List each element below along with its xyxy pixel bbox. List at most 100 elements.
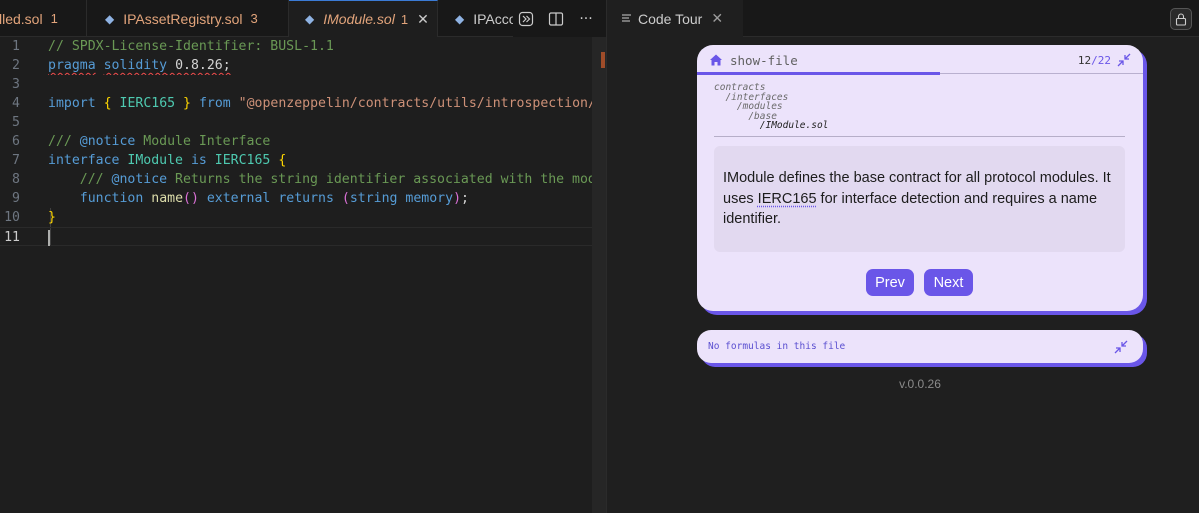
- code-area[interactable]: 1 // SPDX-License-Identifier: BUSL-1.1 2 pr…: [0, 37, 606, 513]
- collapse-icon[interactable]: [1117, 53, 1131, 67]
- panel-tab-bar: Code Tour ✕: [607, 0, 1199, 37]
- lock-icon[interactable]: [1170, 8, 1192, 30]
- step-type-label: show-file: [730, 53, 798, 68]
- line-number: 6: [12, 134, 20, 149]
- code-token: is: [190, 153, 207, 168]
- home-icon[interactable]: [709, 53, 723, 67]
- code-line[interactable]: 9 function name() external returns (stri…: [0, 189, 606, 208]
- file-path: contracts /interfaces /modules /base /IM…: [714, 83, 828, 131]
- code-token: IERC165: [214, 153, 271, 168]
- code-token: Module Interface: [135, 134, 271, 149]
- code-line[interactable]: 11: [0, 227, 606, 246]
- code-reference-link[interactable]: IERC165: [758, 191, 817, 207]
- code-line[interactable]: 3: [0, 75, 606, 94]
- ethereum-icon: ◆: [305, 12, 315, 26]
- code-line[interactable]: 4 import { IERC165 } from "@openzeppelin/…: [0, 94, 606, 113]
- code-token: {: [103, 96, 112, 111]
- code-token: memory: [405, 191, 454, 206]
- editor-scrollbar[interactable]: [592, 37, 606, 513]
- tab-problem-count: 1: [400, 11, 409, 27]
- line-source: }: [48, 208, 606, 227]
- close-icon[interactable]: ✕: [711, 10, 723, 27]
- step-total: 22: [1097, 54, 1111, 67]
- code-token: from: [198, 96, 231, 111]
- code-token: "@openzeppelin/contracts/utils/introspec…: [238, 96, 606, 111]
- code-line[interactable]: 1 // SPDX-License-Identifier: BUSL-1.1: [0, 37, 606, 56]
- code-token: Returns the string identifier associated…: [167, 172, 606, 187]
- line-number: 10: [4, 210, 20, 225]
- next-button[interactable]: Next: [924, 269, 973, 296]
- code-line[interactable]: 5: [0, 113, 606, 132]
- line-source: /// @notice Module Interface: [48, 132, 606, 151]
- code-line[interactable]: 2 pragma solidity 0.8.26;: [0, 56, 606, 75]
- code-token: string: [349, 191, 398, 206]
- code-token: external: [206, 191, 271, 206]
- code-token: @notice: [79, 134, 136, 149]
- prev-button[interactable]: Prev: [866, 269, 914, 296]
- code-line[interactable]: 8 /// @notice Returns the string identif…: [0, 170, 606, 189]
- code-token: @notice: [111, 172, 168, 187]
- editor-tab-lled[interactable]: lled.sol 1: [0, 0, 87, 37]
- divider: [714, 136, 1125, 137]
- code-token: pragma: [48, 58, 96, 73]
- text-cursor: [48, 230, 50, 246]
- tab-filename: IModule.sol: [323, 11, 395, 27]
- tab-filename: IPAssetRegistry.sol: [123, 10, 243, 27]
- step-counter: 12/22: [1078, 54, 1111, 67]
- list-icon: [622, 12, 632, 26]
- line-number: 5: [12, 115, 20, 130]
- line-source: /// @notice Returns the string identifie…: [48, 170, 606, 189]
- line-number: 1: [12, 39, 20, 54]
- code-token: {: [278, 153, 287, 168]
- collapse-icon[interactable]: [1114, 340, 1128, 354]
- code-token: 0.8.26;: [167, 58, 231, 73]
- code-token: }: [183, 96, 191, 111]
- code-line[interactable]: 7 interface IModule is IERC165 {: [0, 151, 606, 170]
- close-icon[interactable]: ✕: [417, 11, 429, 28]
- formula-card: No formulas in this file: [697, 330, 1143, 363]
- code-token: }: [48, 210, 56, 225]
- line-number: 8: [12, 172, 20, 187]
- code-token: name: [151, 191, 184, 206]
- code-token: import: [48, 96, 96, 111]
- code-token: ;: [461, 191, 469, 206]
- code-token: // SPDX-License-Identifier: BUSL-1.1: [48, 39, 334, 54]
- code-token: ///: [79, 172, 112, 187]
- tab-code-tour[interactable]: Code Tour ✕: [607, 0, 743, 37]
- editor-tab-imodule[interactable]: ◆ IModule.sol 1 ✕: [289, 0, 438, 37]
- tab-filename: lled.sol: [0, 10, 43, 27]
- code-token: ): [453, 191, 462, 206]
- step-index: 12: [1077, 54, 1092, 67]
- tour-step-card: show-file 12/22 contracts /interfaces /m…: [697, 45, 1143, 311]
- code-tour-panel: Code Tour ✕ show-file 12/22 contracts /i…: [607, 0, 1199, 513]
- more-actions-icon[interactable]: ···: [577, 10, 595, 28]
- code-token: solidity: [103, 58, 168, 73]
- open-changes-icon[interactable]: [517, 10, 535, 28]
- line-source: interface IModule is IERC165 {: [48, 151, 606, 170]
- scrollbar-error-marker: [601, 52, 605, 68]
- path-file: /IModule.sol: [714, 120, 829, 132]
- line-source: function name() external returns (string…: [48, 189, 606, 208]
- code-line[interactable]: 10}: [0, 208, 606, 227]
- split-editor-icon[interactable]: [547, 10, 565, 28]
- code-token: IModule: [127, 153, 183, 168]
- step-separator: /: [1091, 54, 1098, 67]
- editor-tab-ipassetregistry[interactable]: ◆ IPAssetRegistry.sol 3: [88, 0, 289, 37]
- formula-status: No formulas in this file: [708, 341, 846, 352]
- step-description: IModule defines the base contract for al…: [714, 146, 1125, 252]
- code-token: IERC165: [119, 96, 176, 111]
- code-line[interactable]: 6 /// @notice Module Interface: [0, 132, 606, 151]
- editor-tab-ipacco[interactable]: ◆ IPAcco: [438, 0, 514, 37]
- editor-tab-bar: lled.sol 1 ◆ IPAssetRegistry.sol 3 ◆ IMo…: [0, 0, 606, 37]
- line-number: 11: [4, 230, 20, 245]
